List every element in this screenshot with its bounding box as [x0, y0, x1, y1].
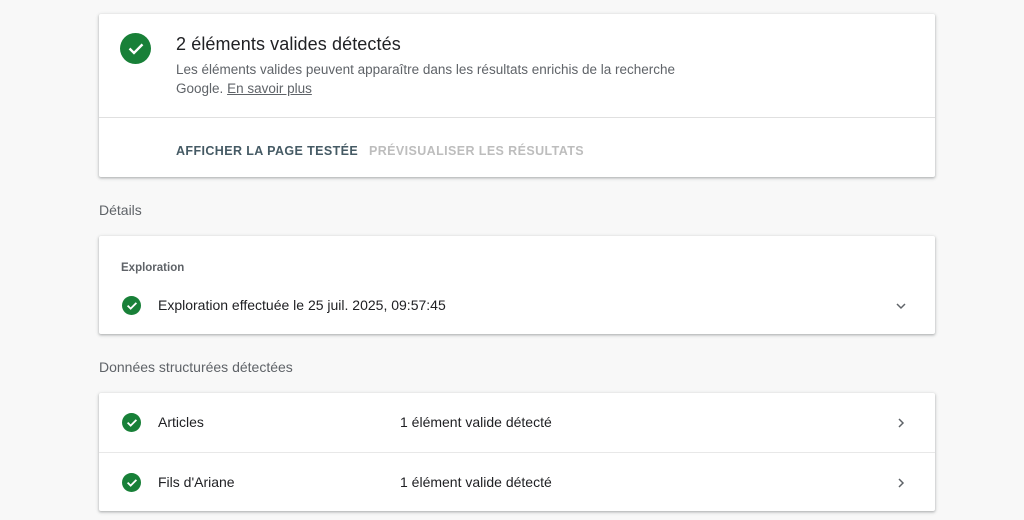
structured-data-row-breadcrumbs[interactable]: Fils d'Ariane 1 élément valide détecté	[99, 452, 935, 512]
structured-data-status: 1 élément valide détecté	[400, 474, 552, 490]
preview-results-button: PRÉVISUALISER LES RÉSULTATS	[369, 144, 584, 158]
check-circle-icon	[120, 33, 151, 64]
check-circle-icon	[122, 296, 141, 315]
structured-data-name: Articles	[158, 414, 204, 430]
structured-data-card: Articles 1 élément valide détecté Fils d…	[99, 393, 935, 511]
learn-more-link[interactable]: En savoir plus	[227, 81, 312, 96]
structured-data-status: 1 élément valide détecté	[400, 414, 552, 430]
structured-data-row-articles[interactable]: Articles 1 élément valide détecté	[99, 393, 935, 452]
crawl-heading: Exploration	[121, 262, 185, 274]
summary-title: 2 éléments valides détectés	[176, 34, 401, 54]
summary-actions: AFFICHER LA PAGE TESTÉE PRÉVISUALISER LE…	[99, 118, 935, 177]
details-card: Exploration Exploration effectuée le 25 …	[99, 236, 935, 334]
chevron-down-icon[interactable]	[893, 298, 909, 314]
view-tested-page-button[interactable]: AFFICHER LA PAGE TESTÉE	[176, 144, 358, 158]
summary-card: 2 éléments valides détectés Les éléments…	[99, 14, 935, 177]
check-circle-icon	[122, 473, 141, 492]
summary-description: Les éléments valides peuvent apparaître …	[176, 60, 716, 98]
summary-header: 2 éléments valides détectés Les éléments…	[99, 14, 935, 118]
chevron-right-icon[interactable]	[893, 475, 909, 491]
crawl-row[interactable]: Exploration effectuée le 25 juil. 2025, …	[99, 292, 935, 320]
structured-data-name: Fils d'Ariane	[158, 474, 235, 490]
details-section-label: Détails	[99, 202, 142, 218]
chevron-right-icon[interactable]	[893, 415, 909, 431]
structured-data-section-label: Données structurées détectées	[99, 359, 293, 375]
check-circle-icon	[122, 413, 141, 432]
crawl-status-text: Exploration effectuée le 25 juil. 2025, …	[158, 297, 446, 313]
